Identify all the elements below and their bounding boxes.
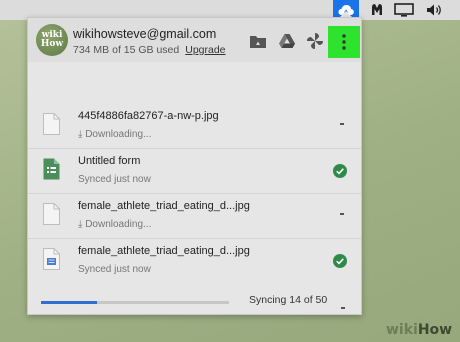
synced-check-icon [333,254,347,268]
account-email: wikihowsteve@gmail.com [73,27,217,41]
watermark-wiki: wiki [386,322,418,338]
sync-footer: Syncing 14 of 50 [28,287,361,314]
file-row[interactable]: Untitled form Synced just now [28,151,361,194]
display-icon[interactable] [393,0,415,20]
file-status-text: Downloading... [85,219,152,230]
file-name: 445f4886fa82767-a-nw-p.jpg [78,110,219,122]
more-options-button[interactable] [328,26,360,58]
synced-check-icon [333,164,347,178]
storage-usage: 734 MB of 15 GB used Upgrade [73,44,226,56]
pending-indicator [340,123,344,125]
file-name: female_athlete_triad_eating_d...jpg [78,245,250,257]
sync-progress-bar [41,301,229,304]
file-status: Synced just now [78,174,151,185]
open-folder-button[interactable] [247,30,269,52]
pending-indicator [341,307,345,309]
google-photos-icon [307,33,323,49]
file-status: Synced just now [78,264,151,275]
avatar[interactable]: wiki How [36,24,68,56]
avatar-text-bottom: How [40,39,64,49]
open-drive-web-button[interactable] [276,30,298,52]
google-drive-popover: wiki How wikihowsteve@gmail.com 734 MB o… [27,17,362,315]
image-file-icon [43,113,60,135]
watermark-how: How [417,322,453,338]
image-file-icon [43,203,60,225]
malwarebytes-icon[interactable] [368,0,386,20]
sync-status-text: Syncing 14 of 50 [249,294,328,306]
document-file-icon [43,248,60,270]
google-drive-icon [279,34,295,48]
more-vertical-icon [342,34,346,50]
upgrade-link[interactable]: Upgrade [185,44,225,56]
account-header: wiki How wikihowsteve@gmail.com 734 MB o… [28,18,361,62]
file-row[interactable]: female_athlete_triad_eating_d...jpg Sync… [28,241,361,283]
file-status: ⤓ Downloading... [78,129,151,140]
file-name: Untitled form [78,155,141,167]
sync-progress-fill [41,301,98,304]
pending-indicator [340,213,344,215]
file-row[interactable]: female_athlete_triad_eating_d...jpg ⤓ Do… [28,196,361,239]
google-form-file-icon [43,158,60,180]
wikihow-watermark: wikiHow [386,322,452,340]
storage-usage-text: 734 MB of 15 GB used [73,44,180,56]
file-name: female_athlete_triad_eating_d...jpg [78,200,250,212]
folder-icon [250,35,266,48]
volume-icon[interactable] [425,0,445,20]
open-photos-button[interactable] [304,30,326,52]
file-status-text: Downloading... [85,129,152,140]
file-row[interactable]: 445f4886fa82767-a-nw-p.jpg ⤓ Downloading… [28,106,361,149]
file-status: ⤓ Downloading... [78,219,151,230]
